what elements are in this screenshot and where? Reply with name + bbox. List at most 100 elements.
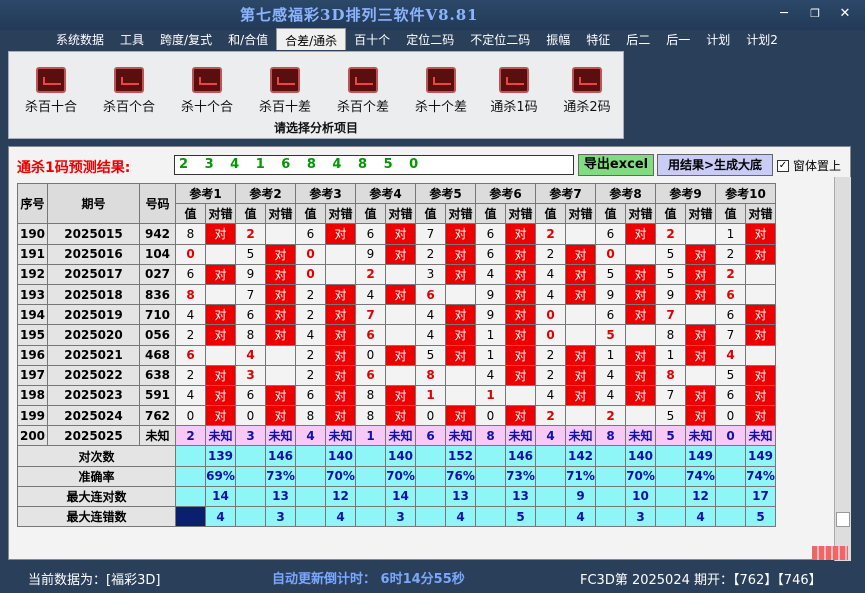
table-row[interactable]: 190 2025015 942 8 对 2 6 对 6 对 7 对 6 对 2 6 对 2 1 对: [17, 223, 776, 245]
menu-item[interactable]: 合差/通杀: [276, 28, 347, 50]
table-row[interactable]: 196 2025021 468 6 4 2 对 0 对 5 对 1 对 2 对 1 对 1 对 4: [17, 344, 776, 366]
cell-result: 对: [445, 263, 476, 285]
stats-empty: [475, 445, 506, 467]
subheader-result: 对错: [385, 203, 416, 225]
cell-result: 对: [205, 324, 236, 346]
cell-result: 对: [385, 344, 416, 366]
cell-value: 8: [355, 384, 386, 407]
close-icon[interactable]: ✕: [836, 6, 854, 22]
stats-empty: [475, 505, 506, 528]
subheader-value: 值: [535, 203, 566, 225]
cell-value: 2: [655, 223, 686, 245]
menu-item[interactable]: 计划: [698, 28, 738, 50]
cell-value: 7: [415, 223, 446, 245]
cell-result: [325, 243, 356, 265]
ribbon-item[interactable]: 杀百个合: [91, 62, 167, 115]
ribbon-item[interactable]: 通杀1码: [476, 62, 552, 115]
table-row[interactable]: 198 2025023 591 4 对 6 对 6 对 8 对 1 1 4 对 4 对 7 对 6 对: [17, 384, 776, 407]
cell-result: 对: [265, 324, 296, 346]
menu-item[interactable]: 跨度/复式: [152, 28, 220, 50]
pending-row[interactable]: 200 2025025 未知 2 未知 3 未知 4 未知 1 未知 6 未知 8 未知 4 未知 8 未知 5 未知 0…: [17, 425, 776, 447]
top-check-label: 窗体置上: [793, 159, 842, 173]
cell-value: 2: [175, 324, 206, 346]
cell-value: 2: [535, 364, 566, 386]
cell-result: 未知: [265, 425, 296, 447]
menu-item[interactable]: 振幅: [538, 28, 578, 50]
stats-empty: [355, 445, 386, 467]
table-row[interactable]: 193 2025018 836 8 7 对 2 对 4 对 6 9 对 4 对 9 对 9 对 6: [17, 283, 776, 306]
stats-value: 139: [205, 445, 236, 467]
table-row[interactable]: 192 2025017 027 6 对 9 对 0 2 3 对 4 对 4 对 5 对 5 对 2: [17, 263, 776, 285]
cell-value: 0: [715, 405, 746, 427]
stats-empty: [235, 445, 266, 467]
cell-result: 对: [745, 223, 776, 245]
cell-result: 对: [325, 344, 356, 366]
cell-value: 0: [595, 243, 626, 265]
row-code: 104: [139, 243, 176, 265]
table-row[interactable]: 191 2025016 104 0 5 对 0 9 对 2 对 6 对 2 对 0 5 对 2 对: [17, 243, 776, 265]
stats-value: 3: [625, 505, 656, 528]
cell-result: 对: [325, 304, 356, 326]
cell-value: 4: [535, 425, 566, 447]
menu-item[interactable]: 和/合值: [220, 28, 276, 50]
checkbox-icon[interactable]: ✓: [777, 159, 789, 172]
row-code: 836: [139, 283, 176, 306]
stats-empty: [175, 445, 206, 467]
cell-value: 1: [415, 384, 446, 407]
ribbon-item[interactable]: 杀十个差: [403, 62, 479, 115]
scroll-thumb[interactable]: [836, 512, 850, 527]
cell-value: 0: [355, 344, 386, 366]
stats-empty: [355, 485, 386, 508]
menu-item[interactable]: 工具: [112, 28, 152, 50]
header-row: 序号 期号 号码 参考1 参考2 参考3 参考4 参考5 参考6 参考7 参考8 参考9 参考10: [17, 182, 776, 225]
cell-value: 6: [415, 425, 446, 447]
menu-item[interactable]: 后二: [618, 28, 658, 50]
restore-icon[interactable]: ❐: [806, 6, 824, 22]
cell-result: [685, 364, 716, 386]
ribbon-item[interactable]: 杀十个合: [169, 62, 245, 115]
status-data-source: 当前数据为：[福彩3D]: [28, 573, 161, 588]
cell-value: 0: [475, 405, 506, 427]
table-row[interactable]: 195 2025020 056 2 对 8 对 4 对 6 4 对 1 对 0 5 8 对 7 对: [17, 324, 776, 346]
table-row[interactable]: 194 2025019 710 4 对 6 对 2 对 7 4 对 9 对 0 6 对 7 6 对: [17, 304, 776, 326]
ribbon-item[interactable]: 杀百个差: [325, 62, 401, 115]
ribbon-item[interactable]: 杀百十合: [13, 62, 89, 115]
cell-value: 2: [535, 243, 566, 265]
cell-value: 1: [595, 344, 626, 366]
ribbon-item[interactable]: 通杀2码: [549, 62, 625, 115]
export-excel-button[interactable]: 导出excel: [578, 154, 654, 176]
menu-item[interactable]: 计划2: [738, 28, 786, 50]
cell-value: 1: [355, 425, 386, 447]
generate-button[interactable]: 用结果>生成大底: [657, 154, 773, 176]
table-row[interactable]: 199 2025024 762 0 对 0 对 8 对 8 对 0 对 0 对 2 2 5 对 0 对: [17, 405, 776, 427]
cell-value: 2: [295, 364, 326, 386]
menu-item[interactable]: 后一: [658, 28, 698, 50]
header-ref: 参考4: [355, 182, 416, 205]
stats-value: 4: [445, 505, 476, 528]
table-row[interactable]: 197 2025022 638 2 对 3 2 对 6 8 4 对 2 对 4 对 8 5 对: [17, 364, 776, 386]
stats-value: 13: [505, 485, 536, 508]
cell-result: [385, 364, 416, 386]
stats-value: 71%: [565, 465, 596, 487]
cell-value: 0: [295, 243, 326, 265]
cell-result: 对: [505, 344, 536, 366]
ribbon-item-label: 杀十个合: [180, 100, 233, 115]
progress-indicator: [812, 546, 848, 560]
menu-item[interactable]: 定位二码: [398, 28, 462, 50]
cell-value: 6: [475, 243, 506, 265]
top-check[interactable]: ✓ 窗体置上: [777, 157, 841, 174]
menu-item[interactable]: 系统数据: [48, 28, 112, 50]
subheader-value: 值: [415, 203, 446, 225]
minimize-icon[interactable]: ─: [775, 6, 793, 22]
cell-value: 7: [235, 283, 266, 306]
menu-item[interactable]: 百十个: [346, 28, 398, 50]
vertical-scrollbar[interactable]: [834, 177, 851, 561]
app-title: 第七感福彩3D排列三软件V8.81: [240, 6, 479, 24]
ribbon-item[interactable]: 杀百十差: [247, 62, 323, 115]
cell-result: 对: [445, 223, 476, 245]
menu-item[interactable]: 特征: [578, 28, 618, 50]
menu-item[interactable]: 不定位二码: [462, 28, 538, 50]
cell-value: 5: [655, 425, 686, 447]
prediction-value-field[interactable]: 2 3 4 1 6 8 4 8 5 0: [174, 155, 574, 175]
stats-value: 13: [265, 485, 296, 508]
